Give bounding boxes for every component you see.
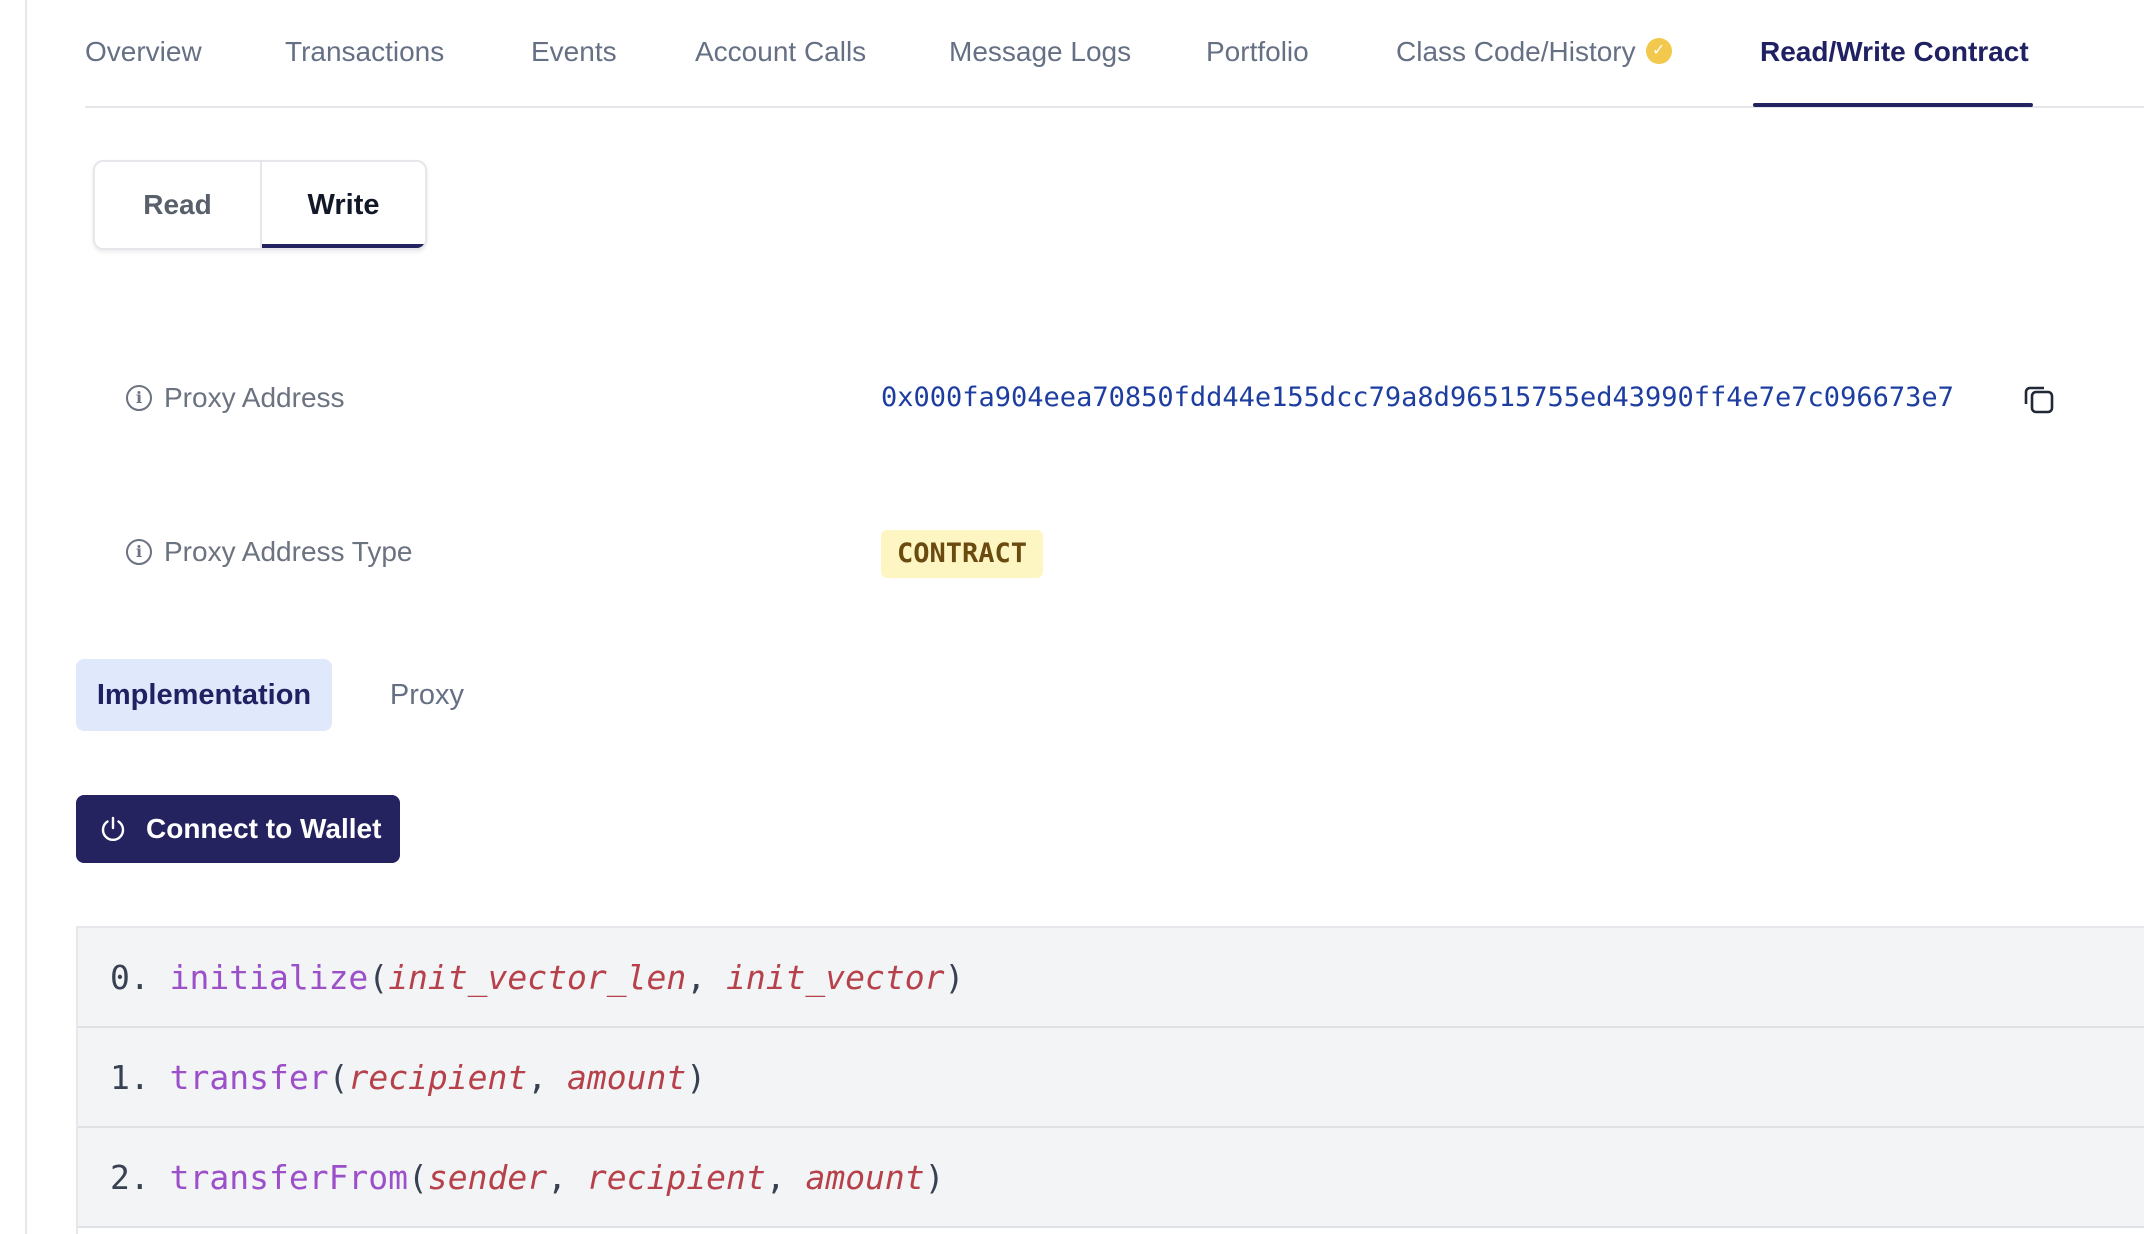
close-paren: ): [924, 1158, 945, 1197]
active-tab-underline: [1753, 103, 2033, 107]
function-param: init_vector_len: [388, 958, 687, 997]
proxy-tab[interactable]: Proxy: [352, 659, 502, 731]
function-index: 0.: [110, 958, 150, 997]
tab-account-calls[interactable]: Account Calls: [695, 32, 866, 72]
connect-wallet-button[interactable]: Connect to Wallet: [76, 795, 400, 863]
function-param: init_vector: [725, 958, 945, 997]
read-write-toggle: Read Write: [93, 160, 427, 250]
function-row-transferfrom[interactable]: 2. transferFrom(sender, recipient, amoun…: [78, 1128, 2144, 1228]
proxy-address-type-label-text: Proxy Address Type: [164, 536, 413, 567]
proxy-address-value[interactable]: 0x000fa904eea70850fdd44e155dcc79a8d96515…: [881, 378, 1954, 418]
verified-check-icon: ✓: [1645, 37, 1672, 64]
top-tab-bar: Overview Transactions Events Account Cal…: [85, 0, 2144, 108]
tab-read-write-contract[interactable]: Read/Write Contract: [1760, 32, 2029, 72]
tab-overview[interactable]: Overview: [85, 32, 202, 72]
tab-events[interactable]: Events: [531, 32, 617, 72]
implementation-tab[interactable]: Implementation: [76, 659, 332, 731]
param-separator: ,: [686, 958, 726, 997]
function-param: recipient: [586, 1158, 766, 1197]
page: Overview Transactions Events Account Cal…: [0, 0, 2144, 1234]
close-paren: ): [686, 1058, 707, 1097]
param-separator: ,: [527, 1058, 568, 1097]
param-separator: ,: [547, 1158, 587, 1197]
open-paren: (: [328, 1058, 349, 1097]
function-row-initialize[interactable]: 0. initialize(init_vector_len, init_vect…: [78, 928, 2144, 1028]
tab-class-code-history-label: Class Code/History: [1396, 36, 1636, 67]
info-icon: i: [126, 538, 152, 565]
proxy-address-label-text: Proxy Address: [164, 382, 345, 413]
function-name: transfer: [169, 1058, 329, 1097]
function-row-transfer[interactable]: 1. transfer(recipient, amount): [78, 1028, 2144, 1128]
power-icon: [101, 816, 125, 842]
tab-message-logs[interactable]: Message Logs: [949, 32, 1131, 72]
read-tab[interactable]: Read: [95, 162, 262, 248]
copy-icon[interactable]: [2022, 382, 2056, 416]
function-index: 1.: [110, 1058, 150, 1097]
write-tab[interactable]: Write: [262, 162, 425, 248]
tab-transactions[interactable]: Transactions: [285, 32, 444, 72]
close-paren: ): [944, 958, 965, 997]
connect-wallet-label: Connect to Wallet: [146, 813, 382, 844]
info-icon: i: [126, 384, 152, 411]
function-param: recipient: [348, 1058, 528, 1097]
function-param: amount: [567, 1058, 687, 1097]
open-paren: (: [408, 1158, 428, 1197]
function-list: 0. initialize(init_vector_len, init_vect…: [76, 926, 2144, 1234]
param-separator: ,: [765, 1158, 806, 1197]
write-tab-underline: [262, 244, 425, 248]
function-index: 2.: [110, 1158, 150, 1197]
function-param: sender: [427, 1158, 548, 1197]
proxy-address-type-label: i Proxy Address Type: [126, 532, 413, 572]
left-divider: [0, 0, 27, 1234]
open-paren: (: [368, 958, 389, 997]
function-name: transferFrom: [169, 1158, 409, 1197]
proxy-address-label: i Proxy Address: [126, 378, 345, 418]
proxy-type-badge: CONTRACT: [881, 530, 1044, 578]
tab-portfolio[interactable]: Portfolio: [1206, 32, 1309, 72]
tab-class-code-history[interactable]: Class Code/History ✓: [1396, 32, 1672, 72]
function-name: initialize: [169, 958, 369, 997]
function-param: amount: [805, 1158, 925, 1197]
